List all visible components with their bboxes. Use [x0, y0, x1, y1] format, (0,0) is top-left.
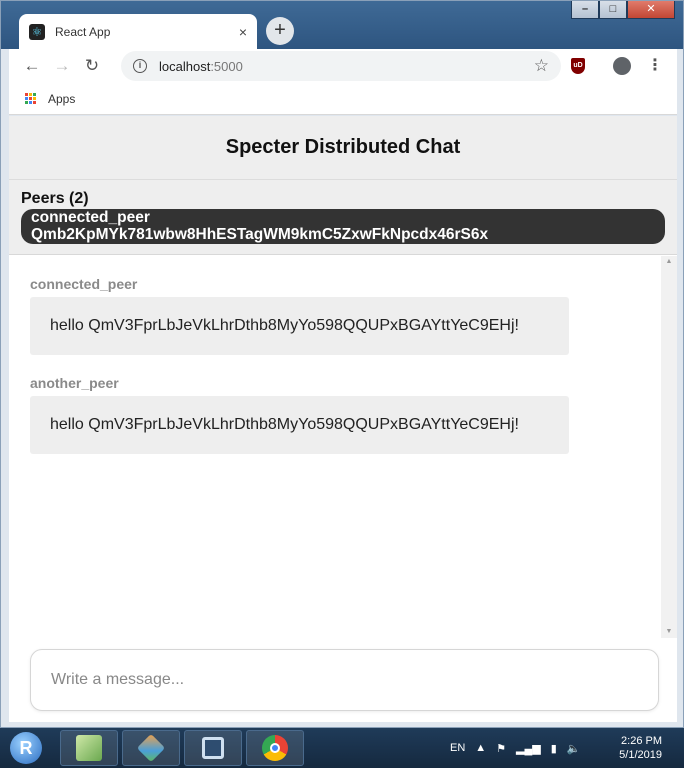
git-icon — [136, 733, 166, 763]
message-bubble: hello QmV3FprLbJeVkLhrDthb8MyYo598QQUPxB… — [30, 396, 569, 454]
tab-title: React App — [55, 24, 111, 39]
taskbar-item-terminal[interactable] — [184, 730, 242, 766]
network-icon[interactable]: ▂▄▆ — [516, 742, 541, 755]
back-arrow-icon[interactable]: ← — [17, 56, 47, 76]
scroll-up-icon[interactable]: ▲ — [661, 256, 677, 268]
message-composer — [30, 649, 659, 711]
message-text: hello QmV3FprLbJeVkLhrDthb8MyYo598QQUPxB… — [50, 416, 519, 433]
message-list: connected_peer hello QmV3FprLbJeVkLhrDth… — [9, 256, 677, 638]
taskbar-item-git[interactable] — [122, 730, 180, 766]
maximize-button[interactable]: □ — [599, 1, 627, 19]
chrome-icon — [262, 735, 288, 761]
clock-date: 5/1/2019 — [619, 749, 662, 761]
message-sender: connected_peer — [30, 276, 138, 292]
page-title: Specter Distributed Chat — [225, 136, 461, 158]
new-tab-button[interactable]: + — [266, 17, 294, 45]
chat-app: Specter Distributed Chat Peers (2) conne… — [9, 116, 677, 722]
message-item: connected_peer hello QmV3FprLbJeVkLhrDth… — [30, 276, 569, 355]
forward-arrow-icon[interactable]: → — [47, 56, 77, 76]
tab-close-icon[interactable]: × — [239, 24, 247, 40]
message-scrollbar[interactable]: ▲ ▼ — [661, 256, 677, 638]
react-icon: ⚛ — [29, 23, 45, 40]
browser-toolbar: ← → ↻ i localhost:5000 ☆ uD ⋮ — [9, 49, 677, 83]
taskbar-item-notepad[interactable] — [60, 730, 118, 766]
scroll-down-icon[interactable]: ▼ — [661, 626, 677, 638]
title-bar: – □ ✕ ⚛ React App × + — [1, 1, 683, 49]
power-icon[interactable]: ▮ — [551, 742, 557, 755]
terminal-icon — [202, 737, 224, 759]
window-controls: – □ ✕ — [571, 1, 675, 21]
peers-panel: Peers (2) connected_peer Qmb2KpMYk781wbw… — [9, 180, 677, 255]
close-window-button[interactable]: ✕ — [627, 1, 675, 19]
browser-window: – □ ✕ ⚛ React App × + ← → ↻ i localhost:… — [0, 0, 684, 728]
peer-id: Qmb2KpMYk781wbw8HhESTagWM9kmC5ZxwFkNpcdx… — [31, 226, 489, 243]
peer-item[interactable]: connected_peer Qmb2KpMYk781wbw8HhESTagWM… — [21, 209, 665, 244]
notepad-icon — [76, 735, 102, 761]
taskbar: R EN ▲ ⚑ ▂▄▆ ▮ 🔈 2:26 PM 5/1/2019 — [0, 728, 684, 768]
ublock-extension-icon[interactable]: uD — [571, 58, 585, 74]
tray-expand-icon[interactable]: ▲ — [475, 742, 486, 754]
peers-heading: Peers (2) — [21, 190, 89, 207]
flag-icon[interactable]: ⚑ — [496, 742, 506, 755]
minimize-button[interactable]: – — [571, 1, 599, 19]
bookmarks-bar: Apps — [9, 83, 677, 115]
apps-grid-icon — [25, 92, 37, 105]
address-bar[interactable]: i localhost:5000 ☆ — [121, 51, 561, 81]
url-host: localhost — [159, 58, 211, 74]
clock-time: 2:26 PM — [621, 735, 662, 747]
system-tray: EN ▲ ⚑ ▂▄▆ ▮ 🔈 — [450, 736, 591, 760]
volume-icon[interactable]: 🔈 — [567, 742, 581, 755]
browser-tab[interactable]: ⚛ React App × — [19, 14, 257, 49]
app-header: Specter Distributed Chat — [9, 116, 677, 180]
message-text: hello QmV3FprLbJeVkLhrDthb8MyYo598QQUPxB… — [50, 317, 519, 334]
peer-name: connected_peer — [31, 209, 150, 226]
start-button[interactable]: R — [10, 732, 42, 764]
message-bubble: hello QmV3FprLbJeVkLhrDthb8MyYo598QQUPxB… — [30, 297, 569, 355]
apps-bookmark[interactable]: Apps — [48, 92, 75, 106]
url-port: :5000 — [210, 58, 243, 74]
bookmark-star-icon[interactable]: ☆ — [534, 56, 549, 76]
message-input[interactable] — [31, 650, 658, 710]
info-icon[interactable]: i — [133, 59, 147, 73]
message-sender: another_peer — [30, 375, 119, 391]
profile-icon[interactable] — [613, 57, 631, 75]
clock[interactable]: 2:26 PM 5/1/2019 — [619, 734, 662, 762]
language-indicator[interactable]: EN — [450, 742, 465, 754]
taskbar-item-chrome[interactable] — [246, 730, 304, 766]
reload-icon[interactable]: ↻ — [77, 56, 107, 76]
menu-dots-icon[interactable]: ⋮ — [647, 55, 663, 75]
message-item: another_peer hello QmV3FprLbJeVkLhrDthb8… — [30, 375, 569, 454]
